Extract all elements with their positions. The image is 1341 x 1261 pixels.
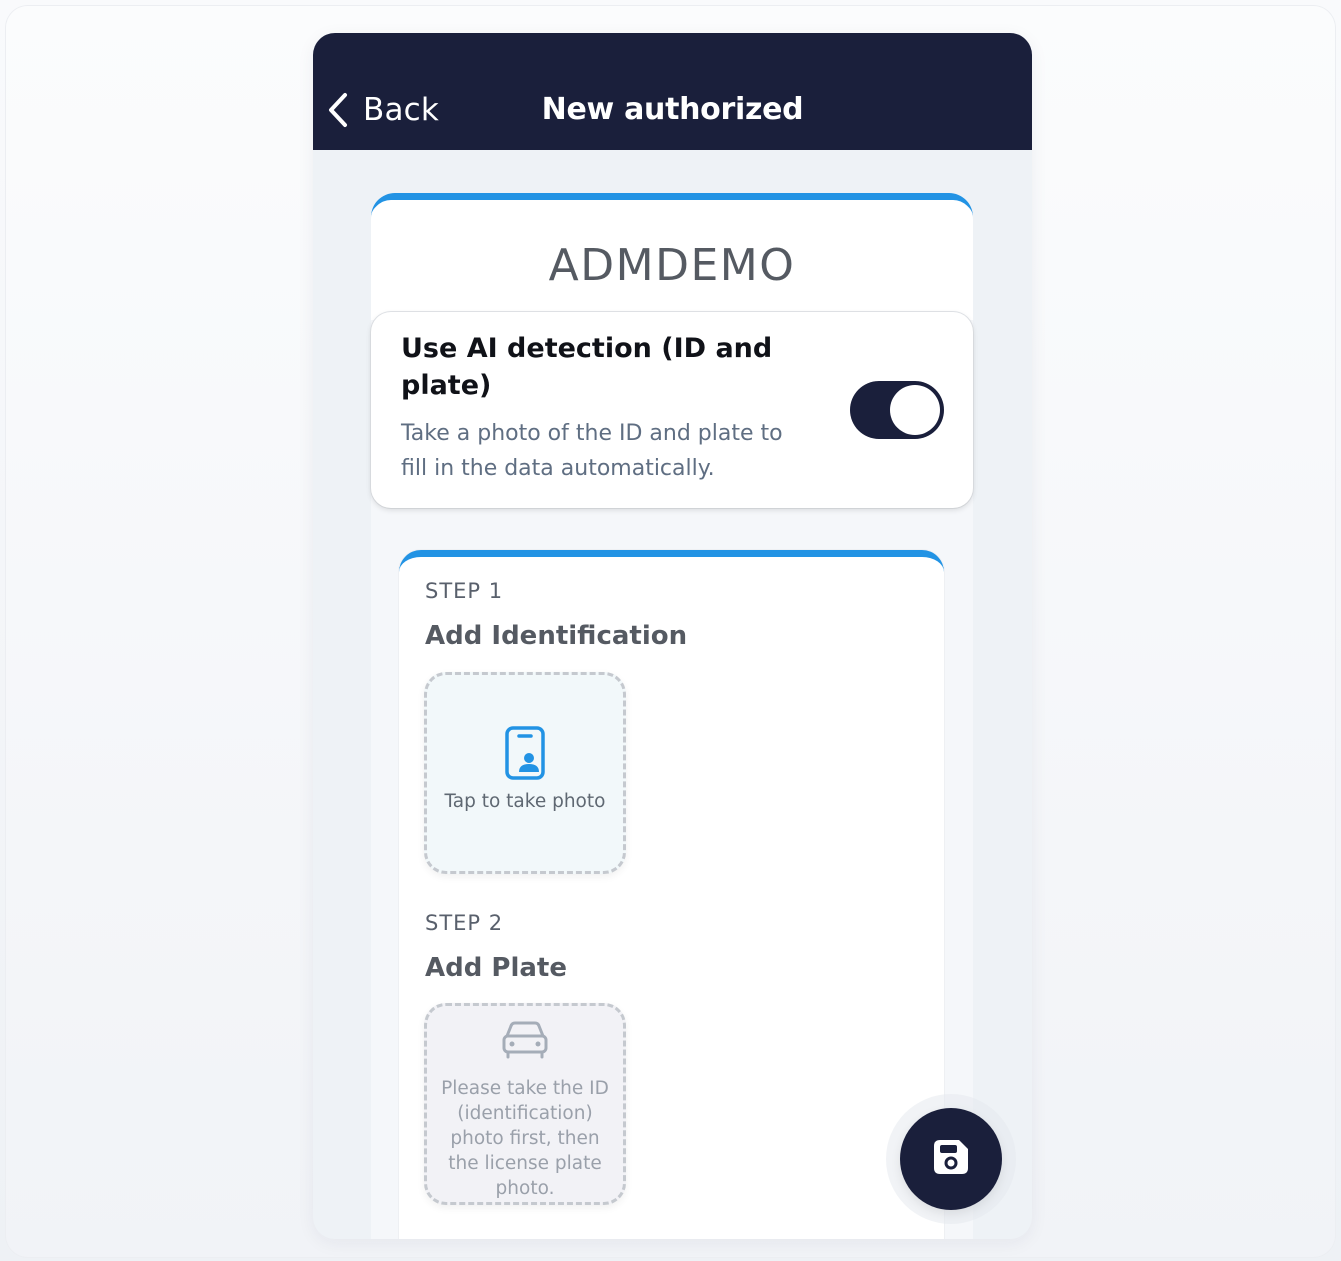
ai-detection-title: Use AI detection (ID and plate) [401,333,773,401]
step-2-label: STEP 2 [425,911,504,935]
car-icon [427,1020,623,1060]
ai-detection-toggle[interactable] [850,381,944,439]
toggle-knob [890,385,940,435]
main-card: ADMDEMO Use AI detection (ID and plate) … [371,193,973,1239]
steps-card: STEP 1 Add Identification Tap to take ph… [399,550,944,1239]
app-header: Back New authorized [313,33,1032,150]
plate-photo-button: Please take the ID (identification) phot… [424,1003,626,1205]
save-button[interactable] [900,1108,1002,1210]
id-photo-button[interactable]: Tap to take photo [424,672,626,874]
app-screen: Back New authorized ADMDEMO Use AI detec… [313,33,1032,1239]
plate-photo-hint: Please take the ID (identification) phot… [441,1078,609,1199]
id-card-icon [427,725,623,781]
save-icon [932,1138,970,1180]
id-photo-hint: Tap to take photo [444,791,606,812]
step-2-title: Add Plate [425,953,567,983]
step-1-label: STEP 1 [425,579,504,603]
ai-detection-description: Take a photo of the ID and plate to fill… [401,421,783,481]
step-1-title: Add Identification [425,621,688,651]
company-name: ADMDEMO [548,240,796,291]
ai-detection-card: Use AI detection (ID and plate) Take a p… [371,312,973,508]
page-title: New authorized [541,92,804,127]
company-header: ADMDEMO [371,200,973,320]
